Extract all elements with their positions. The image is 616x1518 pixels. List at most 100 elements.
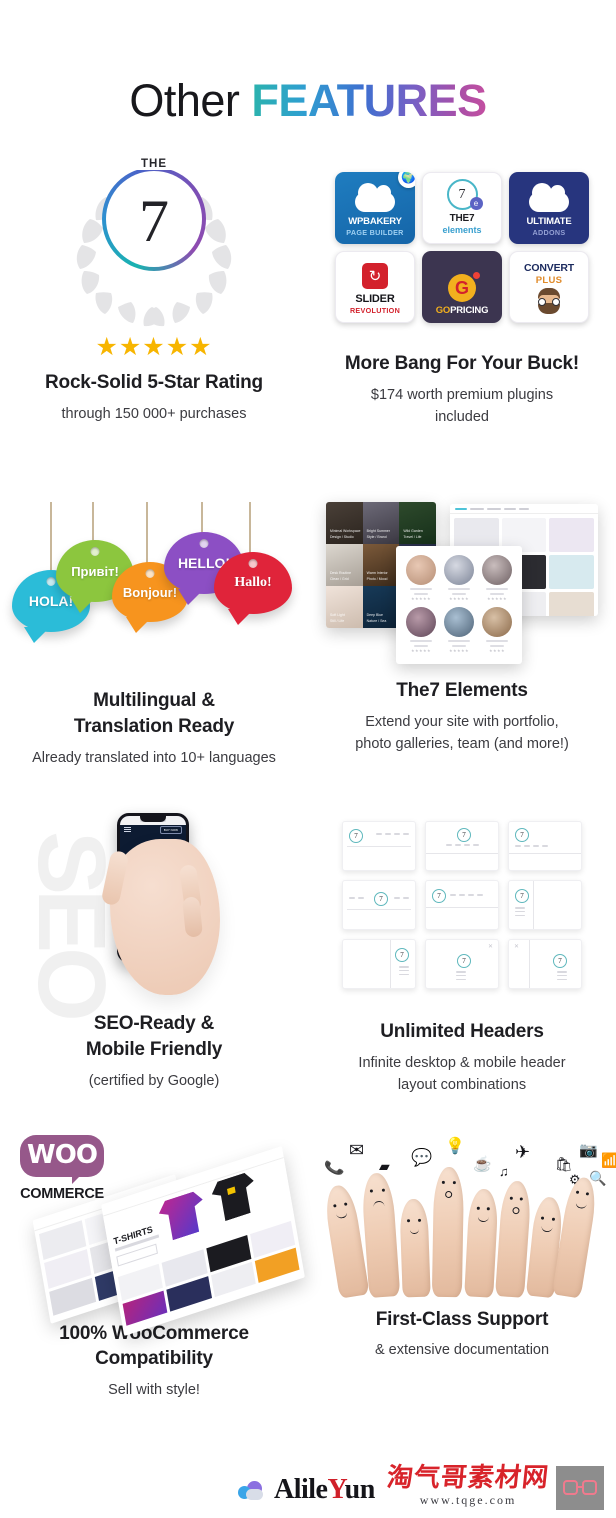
header-logo-icon: 7 [374,892,388,907]
tile-line-1: SLIDER [355,293,395,306]
elements-visual: Minimal Workspace Design / Studio Bright … [322,502,602,665]
airplane-icon: ✈ [515,1141,531,1162]
header-card-9[interactable]: ✕ 7 [508,939,582,990]
feature-subtitle: Sell with style! [108,1381,200,1398]
alileyun-text: AlileYun [274,1474,375,1506]
feature-first-class-support: 📞 ✉ ▰ 💬 💡 ☕ ♫ ✈ 🛍 📷 📶 ⚙ 🔍 First-Class Su… [308,1097,616,1402]
header-card-6[interactable]: 7 [508,880,582,931]
feature-title-line-2: Compatibility [95,1348,213,1370]
mini-logo-number: 7 [458,186,466,202]
phone-icon: 📞 [323,1157,346,1179]
feature-title: SEO-Ready & Mobile Friendly [86,1011,223,1062]
mini-logo-badge: e [469,197,483,211]
refresh-icon: ↻ [362,263,388,290]
plugin-tile-gopricing[interactable]: G GOPRICING [422,250,502,323]
notification-dot-icon [473,272,480,280]
feature-woocommerce: T-SHIRTS WOO COMMERCE 100% WooCommerce C… [0,1097,308,1402]
header-logo-icon: 7 [515,889,529,904]
feature-subtitle-line-1: Extend your site with portfolio, [365,714,559,731]
plugin-tiles: 🌍 WPBAKERY PAGE BUILDER 7 e THE7 element… [335,171,589,323]
finger-3 [399,1198,431,1298]
header-card-7[interactable]: 7 [342,939,416,990]
feature-title-line-1: Multilingual & [93,690,215,712]
tile-line-1: CONVERT [524,261,574,274]
bearded-man-icon [534,287,564,314]
header-card-5[interactable]: 7 [425,880,499,931]
bubble-label: Hallo! [234,575,272,591]
footer-watermarks: AlileYun 淘气哥素材网 www.tqge.com [0,1458,616,1518]
watermark-glasses-badge [556,1466,604,1511]
feature-page: Other FEATURES THE 7 ★★★★★ Rock-Solid 5-… [0,30,616,1518]
header-logo-icon: 7 [515,828,529,843]
feature-subtitle: & extensive documentation [374,1342,550,1359]
header-card-8[interactable]: ✕ 7 [425,939,499,990]
header-card-3[interactable]: 7 [508,821,582,872]
plugin-tile-the7-elements[interactable]: 7 e THE7 elements [422,171,502,244]
feature-subtitle-line-2: layout combinations [397,1076,527,1093]
brand-suffix: un [344,1474,376,1506]
woo-logo-top: WOO [27,1139,98,1170]
woo-bubble: WOO [20,1134,104,1184]
tile-line-1: ULTIMATE [526,215,572,227]
elements-mockups: Minimal Workspace Design / Studio Bright … [322,502,602,665]
feature-seo-mobile: SEO BUY NOW 7 The Most Customisable them… [0,769,308,1096]
support-visual: 📞 ✉ ▰ 💬 💡 ☕ ♫ ✈ 🛍 📷 📶 ⚙ 🔍 [317,1131,616,1301]
rating-visual: THE 7 [44,153,264,333]
coffee-icon: ☕ [473,1155,492,1173]
feature-title: Multilingual & Translation Ready [74,688,234,739]
feature-title: Unlimited Headers [380,1021,544,1043]
gopricing-mark-icon: G [448,272,480,303]
mail-icon: ✉ [349,1139,365,1160]
tile-line-2: ADDONS [532,228,566,238]
tile-line-2: elements [442,225,482,236]
header-card-1[interactable]: 7 [342,821,416,872]
feature-premium-plugins: 🌍 WPBAKERY PAGE BUILDER 7 e THE7 element… [308,153,616,428]
the7-mini-logo-icon: 7 e [446,179,483,211]
wifi-icon: 📶 [601,1151,616,1168]
plugin-tile-ultimate-addons[interactable]: ULTIMATE ADDONS [509,171,589,244]
tile-line-1a: GO [435,305,451,317]
cloud-icon [529,182,569,212]
header-logo-icon: 7 [395,948,409,963]
headers-visual: 7 7 7 7 7 7 7 ✕ 7 ✕ 7 [342,821,582,990]
star-rating: ★★★★★ [95,333,213,362]
header-logo-icon: 7 [432,889,446,904]
bubble-label: Bonjour! [122,584,178,600]
header-card-2[interactable]: 7 [425,821,499,872]
header-logo-icon: 7 [349,829,363,844]
tile-line-1: WPBAKERY [348,215,402,227]
plugin-tile-wpbakery[interactable]: 🌍 WPBAKERY PAGE BUILDER [335,171,415,244]
feature-subtitle: $174 worth premium plugins included [370,386,554,425]
chef-hat-icon [355,182,395,212]
tile-line-1a: WP [348,215,364,227]
feature-the7-elements: Minimal Workspace Design / Studio Bright … [308,428,616,769]
camera-icon: 📷 [579,1141,598,1159]
finger-5 [464,1187,499,1298]
header-card-4[interactable]: 7 [342,880,416,931]
speech-bubble-hallo: Hallo! [214,552,292,626]
battery-icon: ▰ [379,1157,390,1174]
the7-logo-ring: THE 7 [102,158,206,272]
speech-bubbles: HOLA! Привіт! Bonjour! HELLO! Hallo! [4,502,304,672]
feature-subtitle: through 150 000+ purchases [61,405,247,422]
header-logo-icon: 7 [457,828,471,843]
feature-title: First-Class Support [375,1308,549,1330]
multilingual-visual: HOLA! Привіт! Bonjour! HELLO! Hallo! [4,502,304,672]
feature-subtitle: Extend your site with portfolio, photo g… [355,712,569,756]
feature-title: 100% WooCommerce Compatibility [59,1321,249,1372]
finger-1 [322,1182,370,1299]
bubble-label: Привіт! [71,563,119,579]
glasses-icon [563,1479,597,1497]
tile-line-1: GOPRICING [436,306,489,316]
site-nav-bar: BUY NOW [120,825,186,835]
plugin-tile-convertplus[interactable]: CONVERT PLUS [509,250,589,323]
tile-line-2: PLUS [535,275,563,287]
shopping-bag-icon: 🛍 [555,1155,573,1172]
the7-logo-number: 7 [139,188,169,255]
lightbulb-icon: 💡 [445,1137,465,1155]
tqge-url: www.tqge.com [419,1493,517,1508]
tile-line-1b: PRICING [450,305,489,317]
music-note-icon: ♫ [499,1163,509,1179]
plugin-tile-slider-revolution[interactable]: ↻ SLIDER REVOLUTION [335,250,415,323]
seo-visual: SEO BUY NOW 7 The Most Customisable them… [14,805,294,1016]
